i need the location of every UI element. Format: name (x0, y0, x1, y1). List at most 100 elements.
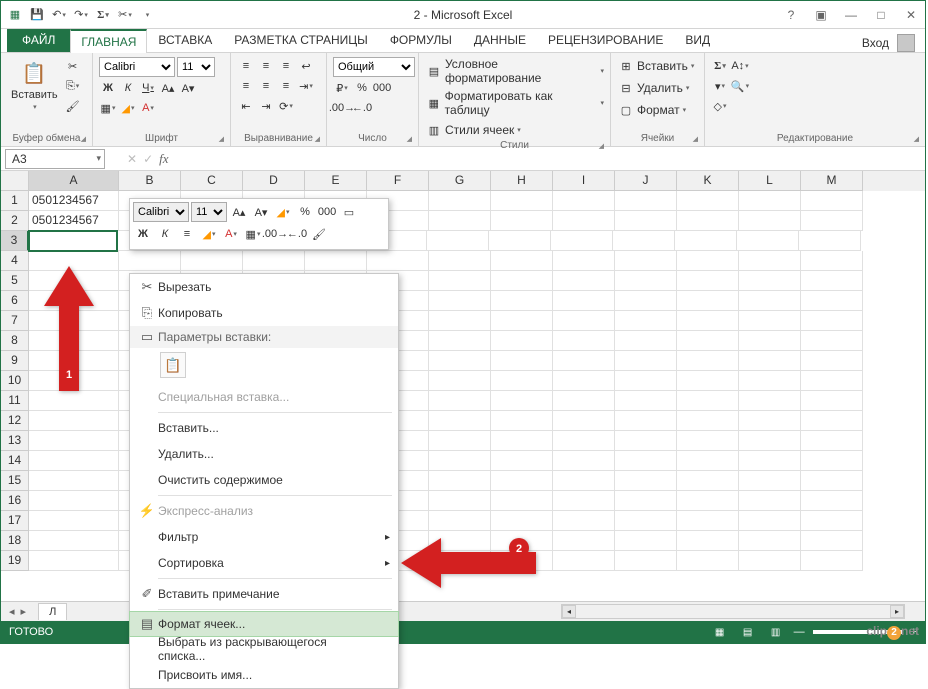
cell[interactable] (739, 411, 801, 431)
cell[interactable] (801, 471, 863, 491)
cell[interactable] (429, 251, 491, 271)
tab-data[interactable]: ДАННЫЕ (463, 28, 537, 52)
select-all-corner[interactable] (1, 171, 29, 191)
cell[interactable] (429, 451, 491, 471)
cell[interactable] (677, 291, 739, 311)
cell[interactable] (739, 451, 801, 471)
mini-fill-button[interactable]: ◢▾ (199, 224, 219, 244)
tab-home[interactable]: ГЛАВНАЯ (70, 29, 147, 53)
cell[interactable] (677, 211, 739, 231)
ctx-insert[interactable]: Вставить... (130, 415, 398, 441)
ctx-insert-comment[interactable]: ✐Вставить примечание (130, 581, 398, 607)
tab-insert[interactable]: ВСТАВКА (147, 28, 223, 52)
cell[interactable] (737, 231, 799, 251)
row-header[interactable]: 13 (1, 431, 29, 451)
row-header[interactable]: 18 (1, 531, 29, 551)
enter-formula-icon[interactable]: ✓ (143, 152, 153, 166)
orientation-button[interactable]: ⟳▾ (277, 97, 295, 115)
font-size-select[interactable]: 11 (177, 57, 215, 77)
cell[interactable] (553, 471, 615, 491)
cell[interactable] (29, 551, 119, 571)
col-header[interactable]: D (243, 171, 305, 191)
cell[interactable] (429, 491, 491, 511)
ctx-define-name[interactable]: Присвоить имя... (130, 662, 398, 688)
cell[interactable] (615, 431, 677, 451)
cell[interactable] (429, 311, 491, 331)
sort-filter-button[interactable]: A↕▾ (731, 57, 749, 75)
cell[interactable] (615, 211, 677, 231)
cell[interactable] (613, 231, 675, 251)
cell[interactable] (429, 411, 491, 431)
cells-format-button[interactable]: ▢Формат▾ (617, 101, 686, 119)
formula-input[interactable] (175, 149, 925, 169)
cell[interactable] (28, 230, 118, 252)
italic-button[interactable]: К (119, 79, 137, 97)
cell[interactable] (739, 391, 801, 411)
cell[interactable] (801, 491, 863, 511)
cell[interactable] (553, 531, 615, 551)
row-header[interactable]: 10 (1, 371, 29, 391)
tab-formulas[interactable]: ФОРМУЛЫ (379, 28, 463, 52)
cell[interactable] (491, 491, 553, 511)
cell[interactable] (29, 511, 119, 531)
tab-review[interactable]: РЕЦЕНЗИРОВАНИЕ (537, 28, 674, 52)
save-icon[interactable]: 💾 (29, 7, 45, 23)
row-header[interactable]: 8 (1, 331, 29, 351)
mini-comma-button[interactable]: 000 (317, 202, 337, 222)
cell[interactable] (243, 251, 305, 271)
cell[interactable] (29, 491, 119, 511)
cell[interactable] (677, 511, 739, 531)
cell[interactable] (799, 231, 861, 251)
cell[interactable] (29, 411, 119, 431)
cell[interactable] (677, 251, 739, 271)
cell[interactable] (553, 291, 615, 311)
cell[interactable] (801, 531, 863, 551)
merge-button[interactable]: ⇥▾ (297, 77, 315, 95)
page-layout-view-icon[interactable]: ▤ (738, 624, 758, 640)
clear-button[interactable]: ◇▾ (711, 97, 729, 115)
cell[interactable] (677, 391, 739, 411)
cell[interactable] (677, 191, 739, 211)
cell[interactable] (491, 371, 553, 391)
tab-view[interactable]: ВИД (674, 28, 721, 52)
font-color-button[interactable]: A▾ (139, 99, 157, 117)
cell[interactable] (801, 271, 863, 291)
cell[interactable] (553, 191, 615, 211)
cell[interactable] (677, 331, 739, 351)
font-family-select[interactable]: Calibri (99, 57, 175, 77)
ctx-pick-from-list[interactable]: Выбрать из раскрывающегося списка... (130, 636, 398, 662)
cell[interactable] (739, 471, 801, 491)
maximize-icon[interactable]: □ (871, 8, 891, 22)
align-middle-button[interactable]: ≡ (257, 57, 275, 75)
sign-in-link[interactable]: Вход (862, 36, 889, 50)
cell[interactable] (677, 471, 739, 491)
col-header[interactable]: F (367, 171, 429, 191)
cell[interactable] (615, 251, 677, 271)
tab-file[interactable]: ФАЙЛ (7, 28, 70, 52)
cell[interactable] (615, 491, 677, 511)
cell[interactable] (801, 211, 863, 231)
mini-size-select[interactable]: 11 (191, 202, 227, 222)
cell[interactable] (677, 491, 739, 511)
cell-styles-button[interactable]: ▥Стили ячеек▾ (425, 121, 521, 139)
col-header[interactable]: I (553, 171, 615, 191)
minimize-icon[interactable]: — (841, 8, 861, 22)
cell[interactable] (29, 451, 119, 471)
cell[interactable] (801, 511, 863, 531)
cell[interactable] (429, 391, 491, 411)
cell[interactable] (553, 211, 615, 231)
cell[interactable] (801, 431, 863, 451)
cell[interactable] (553, 431, 615, 451)
cell[interactable] (615, 351, 677, 371)
cell[interactable] (429, 291, 491, 311)
cell[interactable] (615, 391, 677, 411)
fill-color-button[interactable]: ◢▾ (119, 99, 137, 117)
cancel-formula-icon[interactable]: ✕ (127, 152, 137, 166)
cell[interactable] (677, 271, 739, 291)
cell[interactable] (677, 451, 739, 471)
cell[interactable] (553, 271, 615, 291)
row-header[interactable]: 16 (1, 491, 29, 511)
cell[interactable] (305, 251, 367, 271)
decrease-indent-button[interactable]: ⇤ (237, 97, 255, 115)
cell[interactable] (491, 411, 553, 431)
